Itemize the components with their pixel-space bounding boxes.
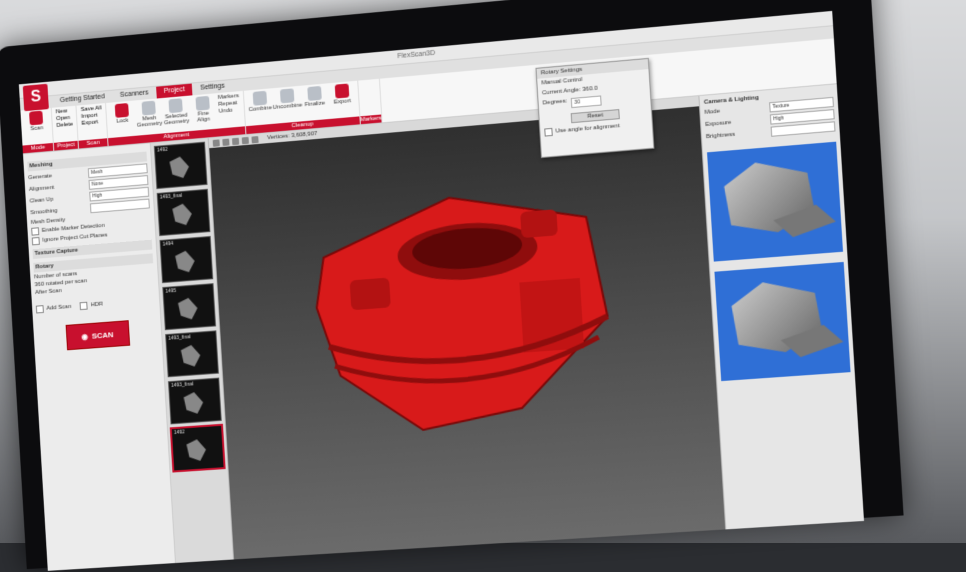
- checkbox[interactable]: [35, 305, 44, 314]
- scan-preview-icon: [181, 392, 204, 415]
- wifi-icon: [29, 110, 44, 126]
- scan-preview-icon: [170, 203, 193, 226]
- thumbnail-item[interactable]: 1493_final: [165, 330, 219, 378]
- delete-project-button[interactable]: Delete: [56, 122, 73, 129]
- rotary-settings-dialog: Rotary Settings Manual Control Current A…: [535, 57, 655, 159]
- selected-geometry-button[interactable]: Selected Geometry: [164, 98, 190, 126]
- combine-button[interactable]: Combine: [247, 90, 272, 113]
- mesh-icon: [141, 100, 156, 116]
- vertex-count: Vertices: 3,608,907: [267, 130, 318, 142]
- ribbon-group-mode: Scan Mode: [20, 107, 55, 154]
- hdr-checkbox[interactable]: [79, 301, 89, 311]
- scan-preview-icon: [178, 344, 201, 367]
- view-icon[interactable]: [222, 138, 230, 146]
- scan-mode-button[interactable]: Scan: [24, 110, 48, 132]
- align-icon: [195, 95, 210, 111]
- degrees-input[interactable]: 30: [571, 95, 603, 109]
- use-angle-check[interactable]: Use angle for alignment: [540, 119, 652, 137]
- app-logo: S: [22, 83, 49, 112]
- thumbnail-item[interactable]: 1495: [162, 283, 217, 331]
- finalize-button[interactable]: Finalize: [302, 85, 327, 109]
- scan-preview-icon: [184, 439, 207, 462]
- view-icon[interactable]: [212, 138, 220, 147]
- add-scan-check[interactable]: Add Scan HDR: [35, 297, 156, 314]
- view-icon[interactable]: [241, 136, 249, 144]
- export-icon: [334, 83, 350, 99]
- view-icon[interactable]: [231, 137, 240, 145]
- export-button[interactable]: Export: [330, 83, 355, 106]
- main-area: Meshing Generate Mesh Alignment None Clean…: [23, 57, 865, 571]
- ribbon-group-markers: Markers: [357, 78, 383, 125]
- wifi-icon: ◉: [81, 331, 89, 341]
- mesh-geometry-button[interactable]: Mesh Geometry: [137, 100, 163, 129]
- scan-preview-icon: [173, 250, 196, 273]
- fine-align-button[interactable]: Fine Align: [191, 95, 216, 124]
- export-scan-button[interactable]: Export: [81, 119, 102, 126]
- ribbon-group-project: New Open Delete Project: [51, 105, 80, 151]
- ribbon-group-scan: Save All Import Export Scan: [76, 103, 109, 149]
- lock-button[interactable]: Lock: [110, 103, 134, 126]
- left-panel: Meshing Generate Mesh Alignment None Clean…: [23, 143, 176, 571]
- reset-button[interactable]: Reset: [570, 109, 620, 124]
- thumbnail-item[interactable]: 1493_final: [156, 188, 211, 237]
- checkbox[interactable]: [544, 127, 553, 137]
- scanned-3d-model[interactable]: [300, 163, 645, 447]
- scan-button[interactable]: ◉ SCAN: [65, 320, 130, 351]
- thumbnail-item[interactable]: 1492: [153, 141, 208, 190]
- camera-preview-1: [707, 141, 844, 262]
- combine-icon: [252, 90, 267, 106]
- undo-button[interactable]: Undo: [219, 107, 240, 115]
- uncombine-icon: [279, 88, 295, 104]
- right-panel: Camera & Lighting Mode Texture Exposure Hi…: [698, 84, 865, 530]
- thumbnail-item-selected[interactable]: 1492: [170, 424, 225, 472]
- checkbox[interactable]: [31, 227, 40, 236]
- app-screen: S FlexScan3D Getting Started Scanners Pr…: [18, 10, 865, 571]
- thumbnail-item[interactable]: 1493_final: [167, 377, 222, 425]
- scan-preview-icon: [167, 156, 190, 179]
- geometry-icon: [168, 98, 183, 114]
- window-title: FlexScan3D: [397, 49, 436, 61]
- uncombine-button[interactable]: Uncombine: [273, 88, 303, 111]
- monitor-bezel: S FlexScan3D Getting Started Scanners Pr…: [0, 0, 904, 571]
- scan-preview-icon: [176, 297, 199, 320]
- camera-preview-2: [714, 261, 851, 382]
- 3d-viewport[interactable]: Vertices: 3,608,907 Rotary Settings Manu…: [208, 57, 726, 560]
- thumbnail-item[interactable]: 1494: [159, 235, 214, 284]
- view-icon[interactable]: [251, 135, 259, 144]
- lock-icon: [114, 103, 129, 118]
- checkbox[interactable]: [31, 236, 40, 246]
- finalize-icon: [306, 85, 322, 101]
